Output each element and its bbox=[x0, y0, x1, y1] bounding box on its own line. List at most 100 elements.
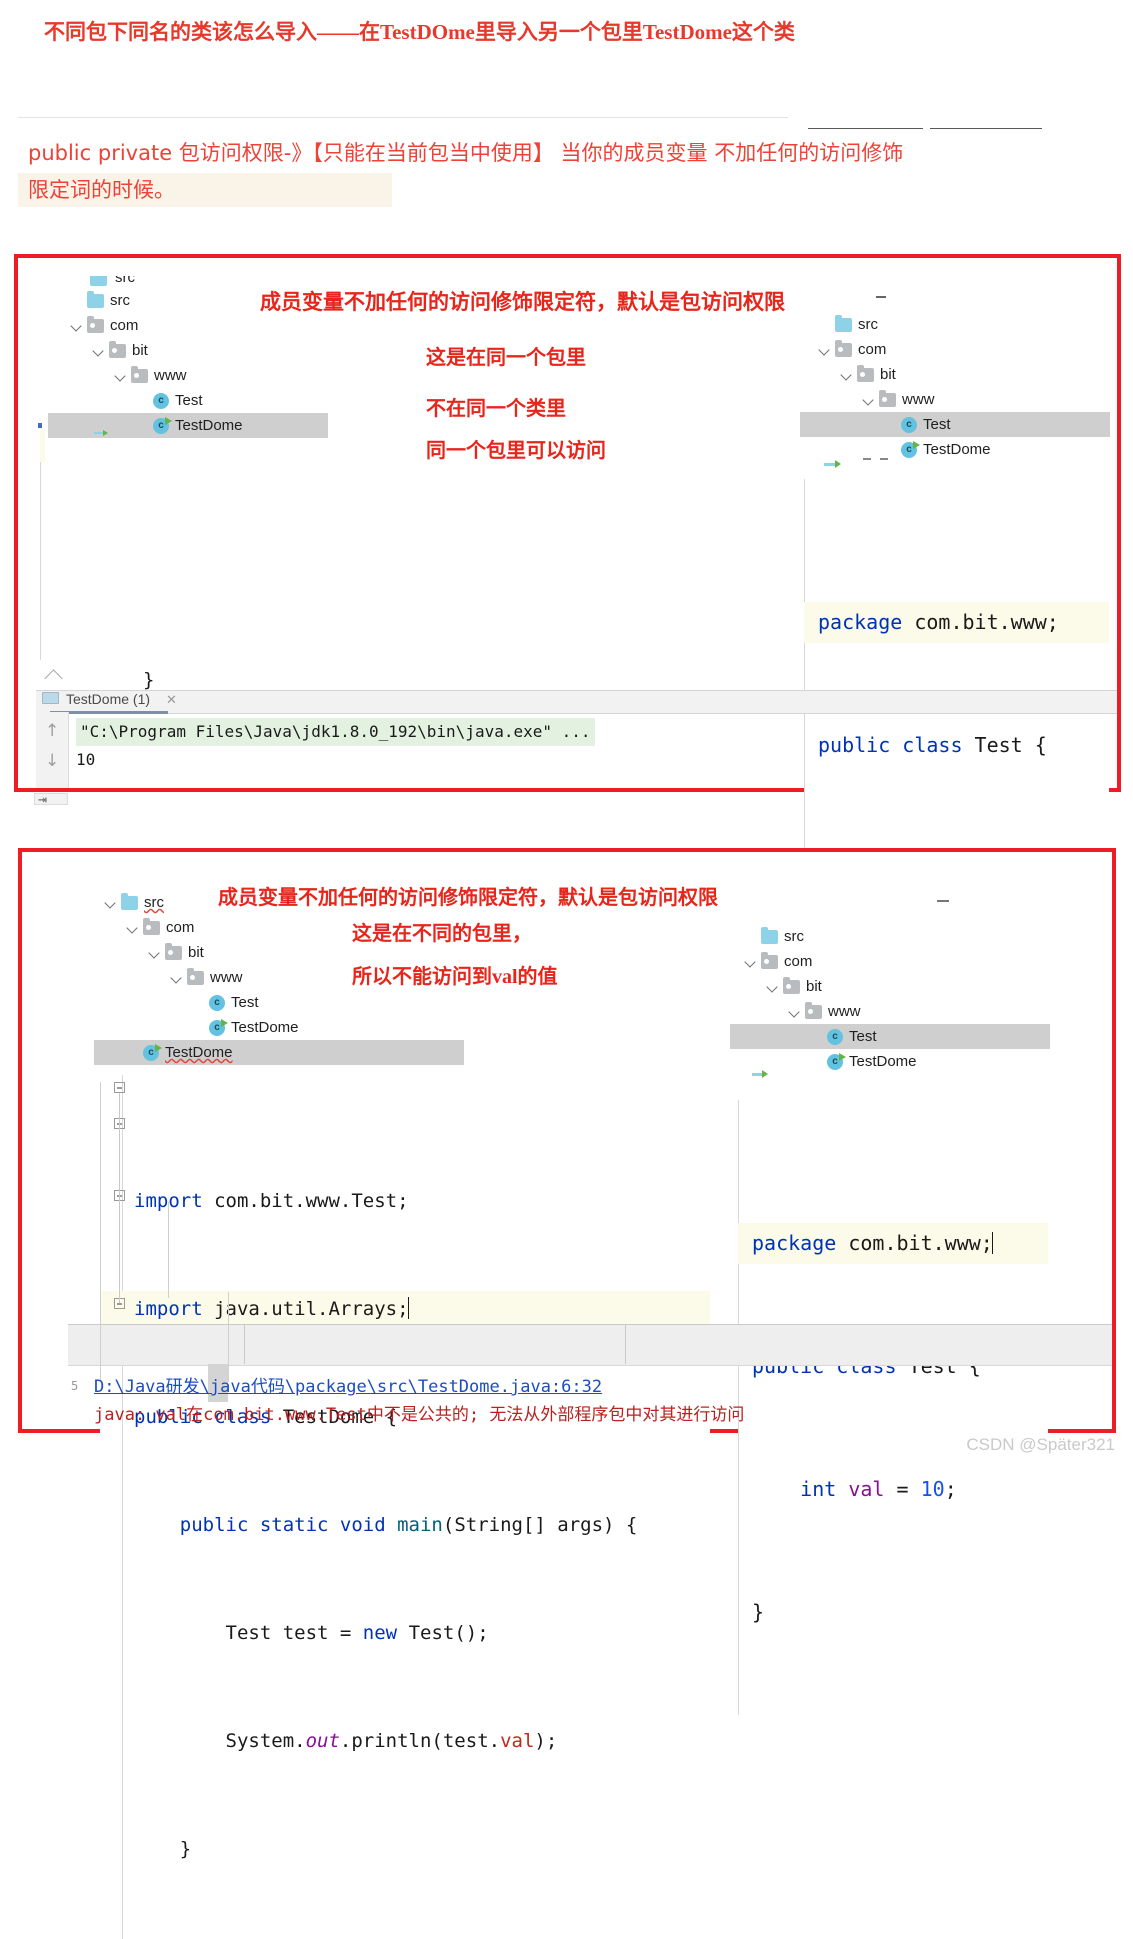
project-tree-right[interactable]: src com bit www c Test c TestDome bbox=[800, 312, 1110, 462]
code-line-2: public class Test { bbox=[804, 725, 1109, 766]
project-tree-right-2[interactable]: src com bit www c Test c TestDome bbox=[730, 924, 1050, 1074]
chevron-down-icon[interactable] bbox=[104, 896, 117, 909]
tree-row[interactable]: bit bbox=[730, 974, 1050, 999]
tree-row[interactable]: src bbox=[800, 312, 1110, 337]
close-icon[interactable]: ✕ bbox=[166, 692, 177, 708]
build-output-header bbox=[68, 1324, 1112, 1366]
tree-row[interactable]: com bbox=[800, 337, 1110, 362]
code3-field-val: val bbox=[836, 1477, 885, 1501]
chevron-down-icon[interactable] bbox=[788, 1005, 801, 1018]
chevron-down-icon[interactable] bbox=[170, 971, 183, 984]
code2-system: System. bbox=[225, 1730, 306, 1752]
code-editor-test-class-2[interactable]: package com.bit.www; public class Test {… bbox=[738, 1100, 1048, 1715]
tree-row[interactable]: bit bbox=[800, 362, 1110, 387]
tree-row[interactable]: src bbox=[730, 924, 1050, 949]
error-gutter-line-number: 5 bbox=[71, 1379, 79, 1393]
tree-row-label: src bbox=[144, 894, 164, 911]
chevron-down-icon[interactable] bbox=[126, 921, 139, 934]
chevron-down-icon[interactable] bbox=[148, 946, 161, 959]
java-class-runnable-icon: c bbox=[143, 1043, 162, 1061]
tree-row-content: com bbox=[800, 339, 889, 358]
annotation-title-box1: 成员变量不加任何的访问修饰限定符，默认是包访问权限 bbox=[260, 290, 785, 314]
tree-row[interactable]: c TestDome bbox=[94, 1040, 464, 1065]
chevron-down-icon[interactable] bbox=[766, 980, 779, 993]
tree-row[interactable]: bit bbox=[48, 338, 328, 363]
chevron-placeholder bbox=[744, 930, 757, 943]
fold-guide-line bbox=[119, 1093, 120, 1303]
tree-row-label: TestDome bbox=[231, 1019, 299, 1036]
tree-partial-dash-right-2 bbox=[937, 900, 949, 902]
java-class-runnable-icon: c bbox=[153, 416, 172, 434]
console-output-command: "C:\Program Files\Java\jdk1.8.0_192\bin\… bbox=[76, 718, 595, 746]
tree-row[interactable]: c Test bbox=[94, 990, 464, 1015]
tree-row[interactable]: c Test bbox=[48, 388, 328, 413]
tree-partial-node-icon bbox=[94, 430, 110, 437]
tree-row[interactable]: www bbox=[48, 363, 328, 388]
tree-partial-dash-1 bbox=[863, 458, 871, 460]
chevron-down-icon[interactable] bbox=[744, 955, 757, 968]
java-class-icon: c bbox=[901, 416, 917, 433]
chevron-down-icon[interactable] bbox=[70, 319, 83, 332]
chevron-placeholder bbox=[818, 318, 831, 331]
chevron-down-icon[interactable] bbox=[114, 369, 127, 382]
build-output-divider-1 bbox=[244, 1325, 245, 1364]
code3-number-10: 10 bbox=[920, 1477, 945, 1501]
tree-row[interactable]: www bbox=[730, 999, 1050, 1024]
tree-row[interactable]: c TestDome bbox=[48, 413, 328, 438]
folder-package-icon bbox=[187, 967, 204, 985]
chevron-placeholder bbox=[884, 443, 897, 456]
tree-partial-node-icon-right-2 bbox=[752, 1070, 776, 1080]
error-file-link[interactable]: D:\Java研发\java代码\package\src\TestDome.ja… bbox=[94, 1372, 602, 1397]
tree-row-content: c Test bbox=[94, 994, 262, 1011]
tree-row-content: c TestDome bbox=[94, 1018, 302, 1036]
run-tab-label[interactable]: TestDome (1) bbox=[66, 691, 150, 707]
folder-package-icon bbox=[87, 315, 104, 333]
code-keyword-public-class: public class bbox=[818, 733, 963, 757]
code2-import-test: com.bit.www.Test; bbox=[202, 1190, 409, 1212]
tree-row-content: www bbox=[800, 389, 938, 408]
tree-row-label: TestDome bbox=[923, 441, 991, 458]
tree-row-label: TestDome bbox=[175, 417, 243, 434]
folder-package-icon bbox=[857, 364, 874, 382]
fold-marker-1[interactable] bbox=[114, 1082, 125, 1093]
code2-field-val-error: val bbox=[500, 1730, 535, 1752]
chevron-down-icon[interactable] bbox=[92, 344, 105, 357]
tree-row-label: src bbox=[110, 292, 130, 309]
tree-row[interactable]: c TestDome bbox=[94, 1015, 464, 1040]
tree-row-label: TestDome bbox=[165, 1044, 233, 1061]
chevron-down-icon[interactable] bbox=[862, 393, 875, 406]
scroll-down-icon[interactable]: ↓ bbox=[45, 751, 59, 771]
tree-row-content: c Test bbox=[730, 1028, 880, 1045]
code2-line-6: System.out.println(test.val); bbox=[100, 1723, 710, 1759]
tree-row[interactable]: com bbox=[730, 949, 1050, 974]
code2-main-signature: (String[] args) { bbox=[442, 1514, 638, 1536]
code3-package-name: com.bit.www; bbox=[836, 1231, 993, 1255]
tree-row-label: Test bbox=[231, 994, 259, 1011]
run-tab-icon bbox=[42, 692, 59, 704]
folder-src-icon bbox=[835, 314, 852, 332]
folder-src-icon bbox=[121, 892, 138, 910]
chevron-down-icon[interactable] bbox=[840, 368, 853, 381]
code2-method-main: main bbox=[385, 1514, 443, 1536]
tree-row[interactable]: c Test bbox=[800, 412, 1110, 437]
tree-row[interactable]: c TestDome bbox=[800, 437, 1110, 462]
collapse-chevron-icon[interactable] bbox=[44, 670, 66, 680]
tree-row[interactable]: c Test bbox=[730, 1024, 1050, 1049]
tree-row-label: bit bbox=[806, 978, 822, 995]
scroll-up-icon[interactable]: ↑ bbox=[45, 721, 59, 741]
tree-row[interactable]: com bbox=[48, 313, 328, 338]
folder-package-icon bbox=[165, 942, 182, 960]
tree-row[interactable]: c TestDome bbox=[730, 1049, 1050, 1074]
tree-row-content: www bbox=[94, 967, 246, 986]
code-text-class-name: Test { bbox=[962, 733, 1047, 757]
tree-row[interactable]: www bbox=[800, 387, 1110, 412]
chevron-down-icon[interactable] bbox=[818, 343, 831, 356]
code-editor-testdome-class[interactable]: import com.bit.www.Test; import java.uti… bbox=[100, 1075, 710, 1939]
tree-row-label: www bbox=[902, 391, 935, 408]
tree-row-content: src bbox=[730, 926, 807, 945]
tree-row-label: com bbox=[166, 919, 195, 936]
tree-row-label: bit bbox=[132, 342, 148, 359]
folder-package-icon bbox=[761, 951, 778, 969]
code2-line-1: import com.bit.www.Test; bbox=[100, 1183, 710, 1219]
tree-row-label: bit bbox=[188, 944, 204, 961]
